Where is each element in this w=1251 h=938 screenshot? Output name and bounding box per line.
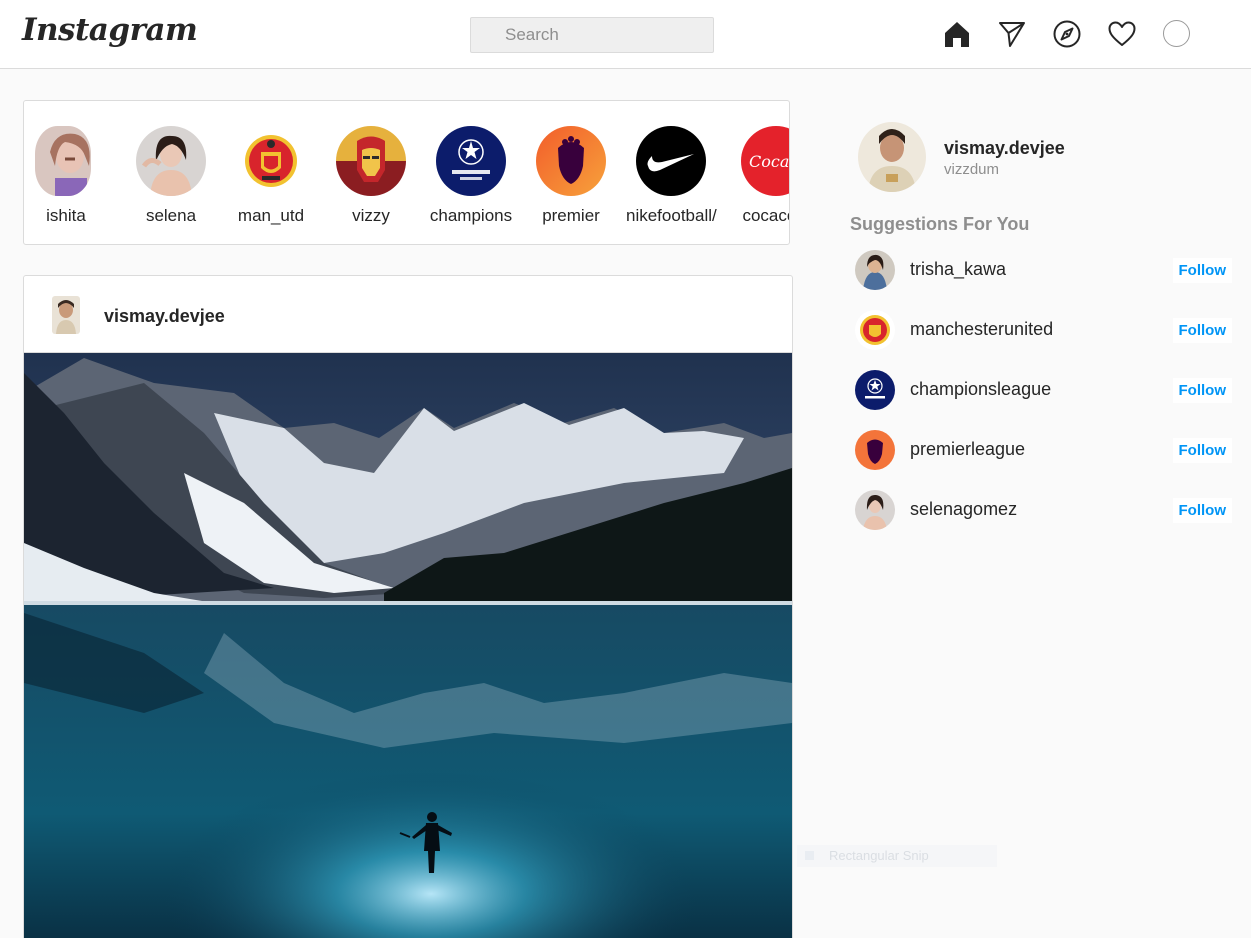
suggestion-username[interactable]: manchesterunited [910,319,1053,340]
story-item[interactable]: selena [126,126,216,226]
story-username: ishita [46,206,86,225]
current-user-username[interactable]: vismay.devjee [944,138,1065,159]
search-input[interactable] [470,17,714,53]
suggestion-avatar[interactable] [855,490,895,530]
suggestion-avatar[interactable] [855,430,895,470]
follow-button[interactable]: Follow [1172,378,1232,403]
follow-button[interactable]: Follow [1172,318,1232,343]
suggestion-username[interactable]: premierleague [910,439,1025,460]
post-image-mountain-lake[interactable] [24,353,792,938]
story-avatar [436,126,506,196]
post-header: vismay.devjee [24,276,792,353]
snip-hint-label: Rectangular Snip [829,848,929,863]
current-user-avatar[interactable] [858,122,926,192]
story-item[interactable]: premier [526,126,616,226]
stories-tray: ishita selena man_utd vizzy champions pr… [23,100,790,245]
story-item[interactable]: vizzy [326,126,416,226]
instagram-logo[interactable]: Instagram [22,12,198,48]
story-username: nikefootball/ [626,206,717,225]
feed-post: vismay.devjee [23,275,793,938]
story-avatar [536,126,606,196]
profile-avatar-icon[interactable] [1163,20,1190,47]
story-avatar [636,126,706,196]
story-username: cocacola [742,206,789,225]
suggestion-item: premierleague Follow [852,430,1232,474]
story-item[interactable]: champions [426,126,516,226]
suggestion-item: trisha_kawa Follow [852,250,1232,294]
story-avatar [136,126,206,196]
suggestions-heading: Suggestions For You [850,214,1030,234]
story-item[interactable]: man_utd [226,126,316,226]
story-username: premier [542,206,600,225]
story-avatar [236,126,306,196]
follow-button[interactable]: Follow [1172,438,1232,463]
follow-button[interactable]: Follow [1172,258,1232,283]
post-author-username[interactable]: vismay.devjee [104,306,225,327]
direct-message-icon[interactable] [997,19,1027,49]
story-username: vizzy [352,206,390,225]
snip-icon [805,851,814,860]
suggestion-username[interactable]: trisha_kawa [910,259,1006,280]
suggestion-avatar[interactable] [855,310,895,350]
suggestion-item: championsleague Follow [852,370,1232,414]
suggestion-username[interactable]: championsleague [910,379,1051,400]
suggestion-item: manchesterunited Follow [852,310,1232,354]
story-username: selena [145,206,197,225]
story-item[interactable]: nikefootball/ [626,126,717,226]
post-author-avatar[interactable] [52,296,80,334]
story-avatar: Coca-Co [741,126,790,196]
suggestion-username[interactable]: selenagomez [910,499,1017,520]
home-icon[interactable] [942,19,972,49]
story-avatar [336,126,406,196]
top-navigation-bar: Instagram [0,0,1251,69]
story-username: champions [429,206,513,225]
explore-compass-icon[interactable] [1052,19,1082,49]
story-item[interactable]: Coca-Co cocacola [731,126,790,226]
activity-heart-icon[interactable] [1107,19,1137,49]
suggestion-avatar[interactable] [855,370,895,410]
suggestion-item: selenagomez Follow [852,490,1232,534]
svg-text:Coca-Co: Coca-Co [749,152,790,171]
story-item[interactable]: ishita [24,126,111,226]
story-username: man_utd [237,206,305,225]
follow-button[interactable]: Follow [1172,498,1232,523]
snip-tool-hint: Rectangular Snip [797,845,997,867]
current-user-fullname: vizzdum [944,161,1000,178]
story-avatar [35,126,91,196]
suggestion-avatar[interactable] [855,250,895,290]
